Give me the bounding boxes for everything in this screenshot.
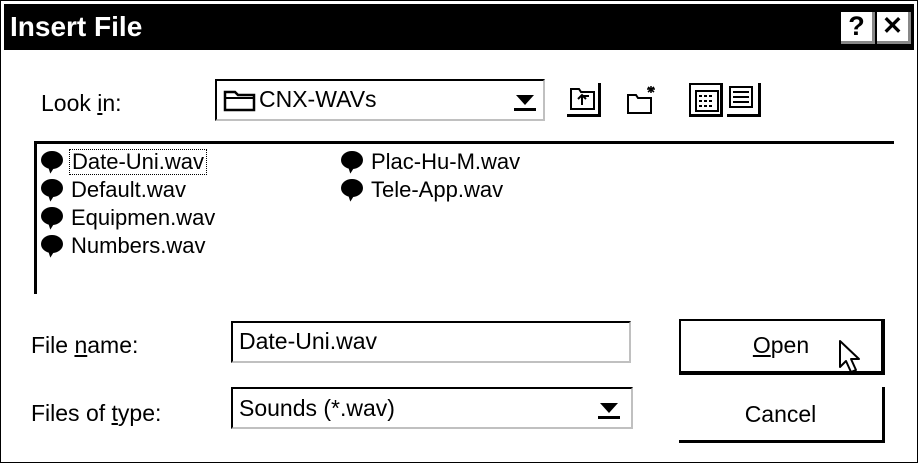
- file-list[interactable]: Date-Uni.wav Default.wav Equipmen.wav Nu…: [34, 141, 894, 294]
- files-of-type-value: Sounds (*.wav): [239, 395, 395, 421]
- up-one-level-button[interactable]: [567, 83, 601, 117]
- chevron-down-icon[interactable]: [511, 88, 537, 114]
- mouse-pointer-icon: [837, 339, 869, 380]
- list-view-button[interactable]: [689, 83, 723, 117]
- list-item[interactable]: Equipmen.wav: [39, 204, 217, 231]
- file-name-input[interactable]: Date-Uni.wav: [231, 321, 631, 363]
- file-name-label: File name:: [31, 332, 139, 358]
- insert-file-dialog: Insert File ? ✕ Look in: CNX-WAVs Date-U…: [0, 0, 918, 463]
- folder-icon: [223, 88, 257, 117]
- look-in-label: Look in:: [41, 90, 122, 116]
- sound-file-icon: [39, 178, 69, 202]
- close-button[interactable]: ✕: [877, 12, 911, 44]
- list-item[interactable]: Date-Uni.wav: [39, 148, 208, 175]
- files-of-type-dropdown[interactable]: Sounds (*.wav): [231, 387, 633, 429]
- sound-file-icon: [339, 178, 369, 202]
- create-new-folder-button[interactable]: [625, 83, 659, 117]
- help-button[interactable]: ?: [841, 12, 875, 44]
- sound-file-icon: [39, 206, 69, 230]
- sound-file-icon: [39, 150, 69, 174]
- chevron-down-icon[interactable]: [595, 396, 621, 422]
- sound-file-icon: [339, 150, 369, 174]
- list-item[interactable]: Tele-App.wav: [339, 176, 505, 203]
- files-of-type-label: Files of type:: [31, 400, 162, 426]
- window-title: Insert File: [10, 11, 143, 42]
- file-name-value: Date-Uni.wav: [239, 328, 378, 354]
- list-item[interactable]: Numbers.wav: [39, 232, 207, 259]
- list-item[interactable]: Default.wav: [39, 176, 188, 203]
- title-bar[interactable]: Insert File ? ✕: [4, 4, 914, 50]
- cancel-button[interactable]: Cancel: [679, 387, 885, 443]
- look-in-value: CNX-WAVs: [259, 86, 377, 112]
- details-view-button[interactable]: [727, 83, 761, 117]
- look-in-dropdown[interactable]: CNX-WAVs: [215, 79, 545, 121]
- sound-file-icon: [39, 234, 69, 258]
- list-item[interactable]: Plac-Hu-M.wav: [339, 148, 522, 175]
